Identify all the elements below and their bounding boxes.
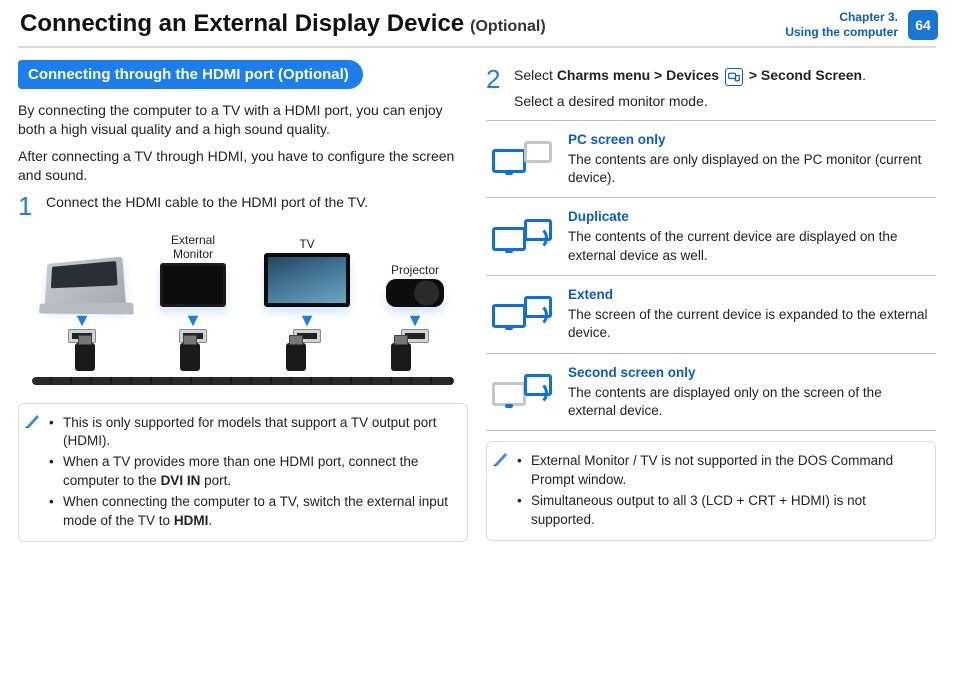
arrow-down-icon: ▼ (184, 311, 202, 329)
step2-mid: > (745, 67, 761, 83)
note-text: This is only supported for models that s… (63, 415, 436, 449)
device-projector: Projector ▼ (386, 263, 444, 343)
note-text-pre: When connecting the computer to a TV, sw… (63, 494, 448, 528)
note-bold: HDMI (174, 513, 209, 528)
label-projector: Projector (391, 263, 439, 277)
mode-title: Duplicate (568, 208, 932, 226)
arrow-down-icon: ▼ (298, 311, 316, 329)
content-columns: Connecting through the HDMI port (Option… (0, 56, 954, 552)
chapter-text: Chapter 3. Using the computer (785, 10, 898, 40)
step-number: 2 (486, 66, 504, 112)
step2-bold1: Charms menu > Devices (557, 67, 719, 83)
mode-desc: The contents are displayed only on the s… (568, 385, 882, 418)
note-icon (493, 450, 509, 466)
note-item: When a TV provides more than one HDMI po… (49, 453, 457, 491)
mode-row-duplicate: Duplicate The contents of the current de… (486, 197, 936, 275)
mode-title: PC screen only (568, 131, 932, 149)
note-bold: DVI IN (161, 473, 201, 488)
arrow-down-icon: ▼ (406, 311, 424, 329)
step-2: 2 Select Charms menu > Devices > Second … (486, 66, 936, 112)
step2-period: . (862, 67, 866, 83)
page-title-optional: (Optional) (470, 18, 546, 36)
mode-icon-duplicate (490, 208, 554, 265)
hdmi-cable-icon (32, 377, 454, 385)
hdmi-plug-icon (391, 343, 411, 371)
note-text-post: . (208, 513, 212, 528)
note-text-post: port. (200, 473, 231, 488)
page-header: Connecting an External Display Device (O… (0, 0, 954, 46)
mode-row-pc-only: PC screen only The contents are only dis… (486, 120, 936, 198)
mode-desc: The screen of the current device is expa… (568, 307, 927, 340)
label-tv: TV (299, 237, 314, 251)
note-item: External Monitor / TV is not supported i… (517, 452, 925, 490)
page-number-badge: 64 (908, 10, 938, 40)
label-external-monitor: External Monitor (158, 233, 228, 261)
devices-charm-icon (725, 68, 743, 86)
step-2-line2: Select a desired monitor mode. (514, 92, 936, 112)
mode-desc-block: Extend The screen of the current device … (568, 286, 932, 343)
hdmi-diagram: ▼ External Monitor ▼ TV ▼ Projector (18, 227, 468, 393)
note-box-left: This is only supported for models that s… (18, 403, 468, 542)
mode-title: Second screen only (568, 364, 932, 382)
device-laptop: ▼ (42, 243, 122, 343)
title-line: Connecting an External Display Device (O… (20, 10, 546, 38)
device-row: ▼ External Monitor ▼ TV ▼ Projector (24, 233, 462, 343)
chapter-block: Chapter 3. Using the computer 64 (785, 10, 938, 40)
mode-desc: The contents are only displayed on the P… (568, 152, 921, 185)
mode-table: PC screen only The contents are only dis… (486, 120, 936, 432)
left-column: Connecting through the HDMI port (Option… (18, 60, 468, 542)
mode-desc-block: Duplicate The contents of the current de… (568, 208, 932, 265)
page-title: Connecting an External Display Device (20, 10, 464, 38)
projector-icon (386, 279, 444, 307)
left-para-1: By connecting the computer to a TV with … (18, 101, 468, 139)
mode-title: Extend (568, 286, 932, 304)
chapter-line1: Chapter 3. (785, 10, 898, 25)
mode-desc-block: PC screen only The contents are only dis… (568, 131, 932, 188)
hdmi-plug-icon (75, 343, 95, 371)
step-body: Connect the HDMI cable to the HDMI port … (46, 193, 468, 219)
header-rule (18, 46, 936, 48)
step-2-line1: Select Charms menu > Devices > Second Sc… (514, 66, 936, 86)
note-icon (25, 412, 41, 428)
note-box-right: External Monitor / TV is not supported i… (486, 441, 936, 541)
note-text: Simultaneous output to all 3 (LCD + CRT … (531, 493, 866, 527)
note-text-pre: When a TV provides more than one HDMI po… (63, 454, 418, 488)
mode-desc: The contents of the current device are d… (568, 229, 897, 262)
monitor-icon (160, 263, 226, 307)
step-1: 1 Connect the HDMI cable to the HDMI por… (18, 193, 468, 219)
note-item: Simultaneous output to all 3 (LCD + CRT … (517, 492, 925, 530)
mode-icon-second-only (490, 364, 554, 421)
section-ribbon: Connecting through the HDMI port (Option… (18, 60, 363, 89)
mode-desc-block: Second screen only The contents are disp… (568, 364, 932, 421)
device-tv: TV ▼ (264, 237, 350, 343)
note-item: This is only supported for models that s… (49, 414, 457, 452)
step-number: 1 (18, 193, 36, 219)
device-monitor: External Monitor ▼ (158, 233, 228, 343)
mode-icon-extend (490, 286, 554, 343)
hdmi-plugs (32, 343, 454, 371)
hdmi-plug-icon (286, 343, 306, 371)
mode-row-second-only: Second screen only The contents are disp… (486, 353, 936, 432)
step2-pre: Select (514, 67, 557, 83)
note-item: When connecting the computer to a TV, sw… (49, 493, 457, 531)
chapter-line2: Using the computer (785, 25, 898, 40)
step2-bold2: Second Screen (761, 67, 862, 83)
tv-icon (264, 253, 350, 307)
note-text: External Monitor / TV is not supported i… (531, 453, 893, 487)
laptop-icon (45, 256, 127, 307)
mode-row-extend: Extend The screen of the current device … (486, 275, 936, 353)
mode-icon-pc-only (490, 131, 554, 188)
step-body: Select Charms menu > Devices > Second Sc… (514, 66, 936, 112)
hdmi-plug-icon (180, 343, 200, 371)
right-column: 2 Select Charms menu > Devices > Second … (486, 60, 936, 542)
left-para-2: After connecting a TV through HDMI, you … (18, 147, 468, 185)
